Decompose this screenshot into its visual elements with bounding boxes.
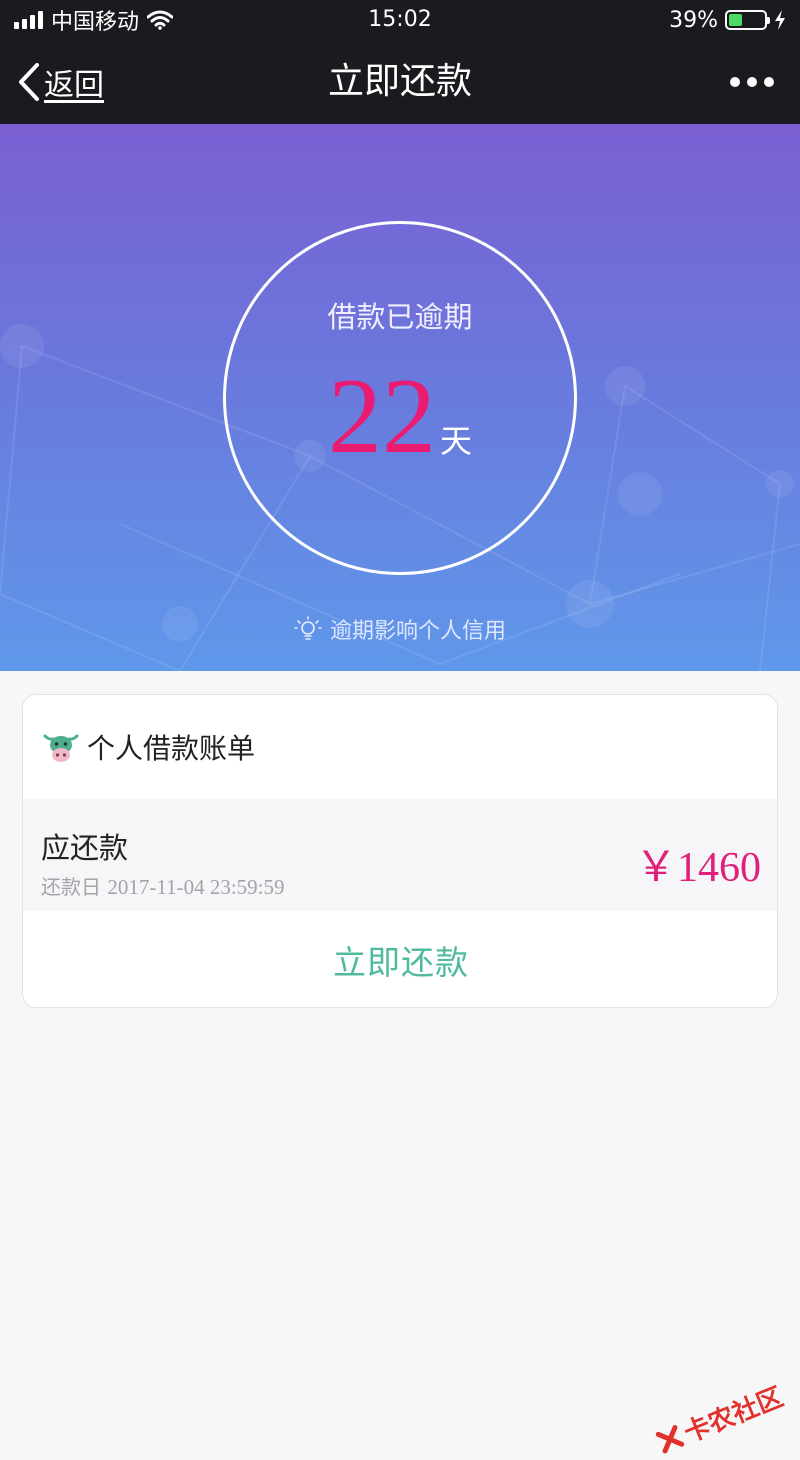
due-date-value: 2017-11-04 23:59:59	[107, 875, 285, 899]
back-button[interactable]: 返回	[18, 58, 104, 106]
credit-hint: 逾期影响个人信用	[0, 614, 800, 644]
overdue-days-number: 22	[327, 357, 436, 476]
due-date: 还款日 2017-11-04 23:59:59	[41, 871, 285, 900]
back-label: 返回	[44, 68, 104, 103]
chevron-left-icon	[19, 63, 39, 101]
signal-icon	[14, 11, 43, 29]
carrier-label: 中国移动	[51, 10, 140, 35]
credit-hint-text: 逾期影响个人信用	[329, 619, 506, 644]
battery-percent: 39%	[669, 7, 718, 33]
due-amount: ￥1460	[634, 845, 761, 891]
repay-now-button[interactable]: 立即还款	[23, 911, 777, 1007]
overdue-days: 22 天	[226, 362, 574, 472]
wifi-icon	[147, 10, 174, 30]
watermark-text: 卡农社区	[679, 1382, 788, 1450]
lightbulb-icon	[294, 616, 322, 640]
due-label: 应还款	[41, 831, 129, 865]
battery-icon	[725, 10, 770, 30]
status-right: 39%	[669, 7, 786, 33]
bill-card-title: 个人借款账单	[87, 732, 256, 765]
page-title: 立即还款	[327, 61, 472, 102]
bill-card-header: 个人借款账单	[43, 727, 255, 767]
overdue-ring: 借款已逾期 22 天	[223, 221, 577, 575]
due-date-label: 还款日	[41, 875, 101, 899]
watermark-logo-icon	[655, 1424, 685, 1454]
bill-card: 个人借款账单 应还款 还款日 2017-11-04 23:59:59 ￥1460…	[22, 694, 778, 1008]
status-left: 中国移动	[14, 7, 174, 35]
top-bar: 中国移动 15:02 39% 返回 立即还款	[0, 0, 800, 124]
watermark: 卡农社区	[652, 1377, 788, 1460]
cow-logo-icon	[43, 734, 79, 762]
ellipsis-icon	[730, 77, 740, 87]
overdue-days-unit: 天	[439, 422, 472, 460]
more-options-button[interactable]	[730, 70, 774, 94]
battery-level-fill	[729, 14, 743, 26]
overdue-hero: 借款已逾期 22 天 逾期影响个人信用	[0, 124, 800, 671]
bill-row: 应还款 还款日 2017-11-04 23:59:59 ￥1460	[23, 799, 777, 911]
charging-bolt-icon	[775, 10, 785, 30]
overdue-title: 借款已逾期	[327, 300, 473, 334]
